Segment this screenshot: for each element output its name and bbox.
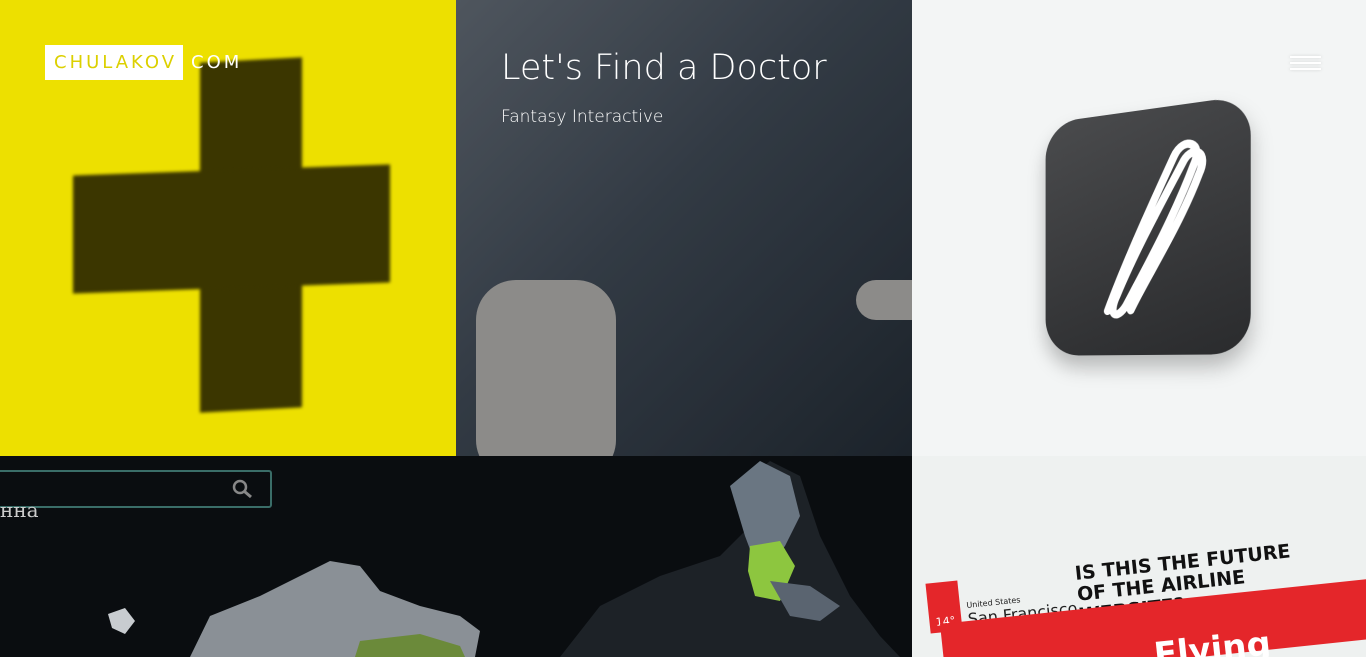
- medical-cross-graphic-bar: [73, 164, 390, 294]
- project-tile-map[interactable]: нна: [0, 456, 912, 657]
- scribble-icon: [1046, 95, 1251, 356]
- hamburger-menu-icon[interactable]: [1276, 48, 1336, 78]
- project-tile-airline[interactable]: 14° United States San Francisco IS THIS …: [912, 456, 1366, 657]
- project-subtitle: Fantasy Interactive: [501, 107, 664, 127]
- logo-text-suffix: COM: [191, 52, 243, 73]
- project-tile-doctor[interactable]: Let's Find a Doctor Fantasy Interactive: [456, 0, 912, 456]
- logo-text-box: CHULAKOV: [45, 45, 184, 80]
- site-logo[interactable]: CHULAKOV COM: [45, 45, 242, 80]
- project-title: Let's Find a Doctor: [501, 48, 827, 88]
- russia-map-graphic: [108, 461, 900, 657]
- scribble-app-icon: [1045, 94, 1251, 356]
